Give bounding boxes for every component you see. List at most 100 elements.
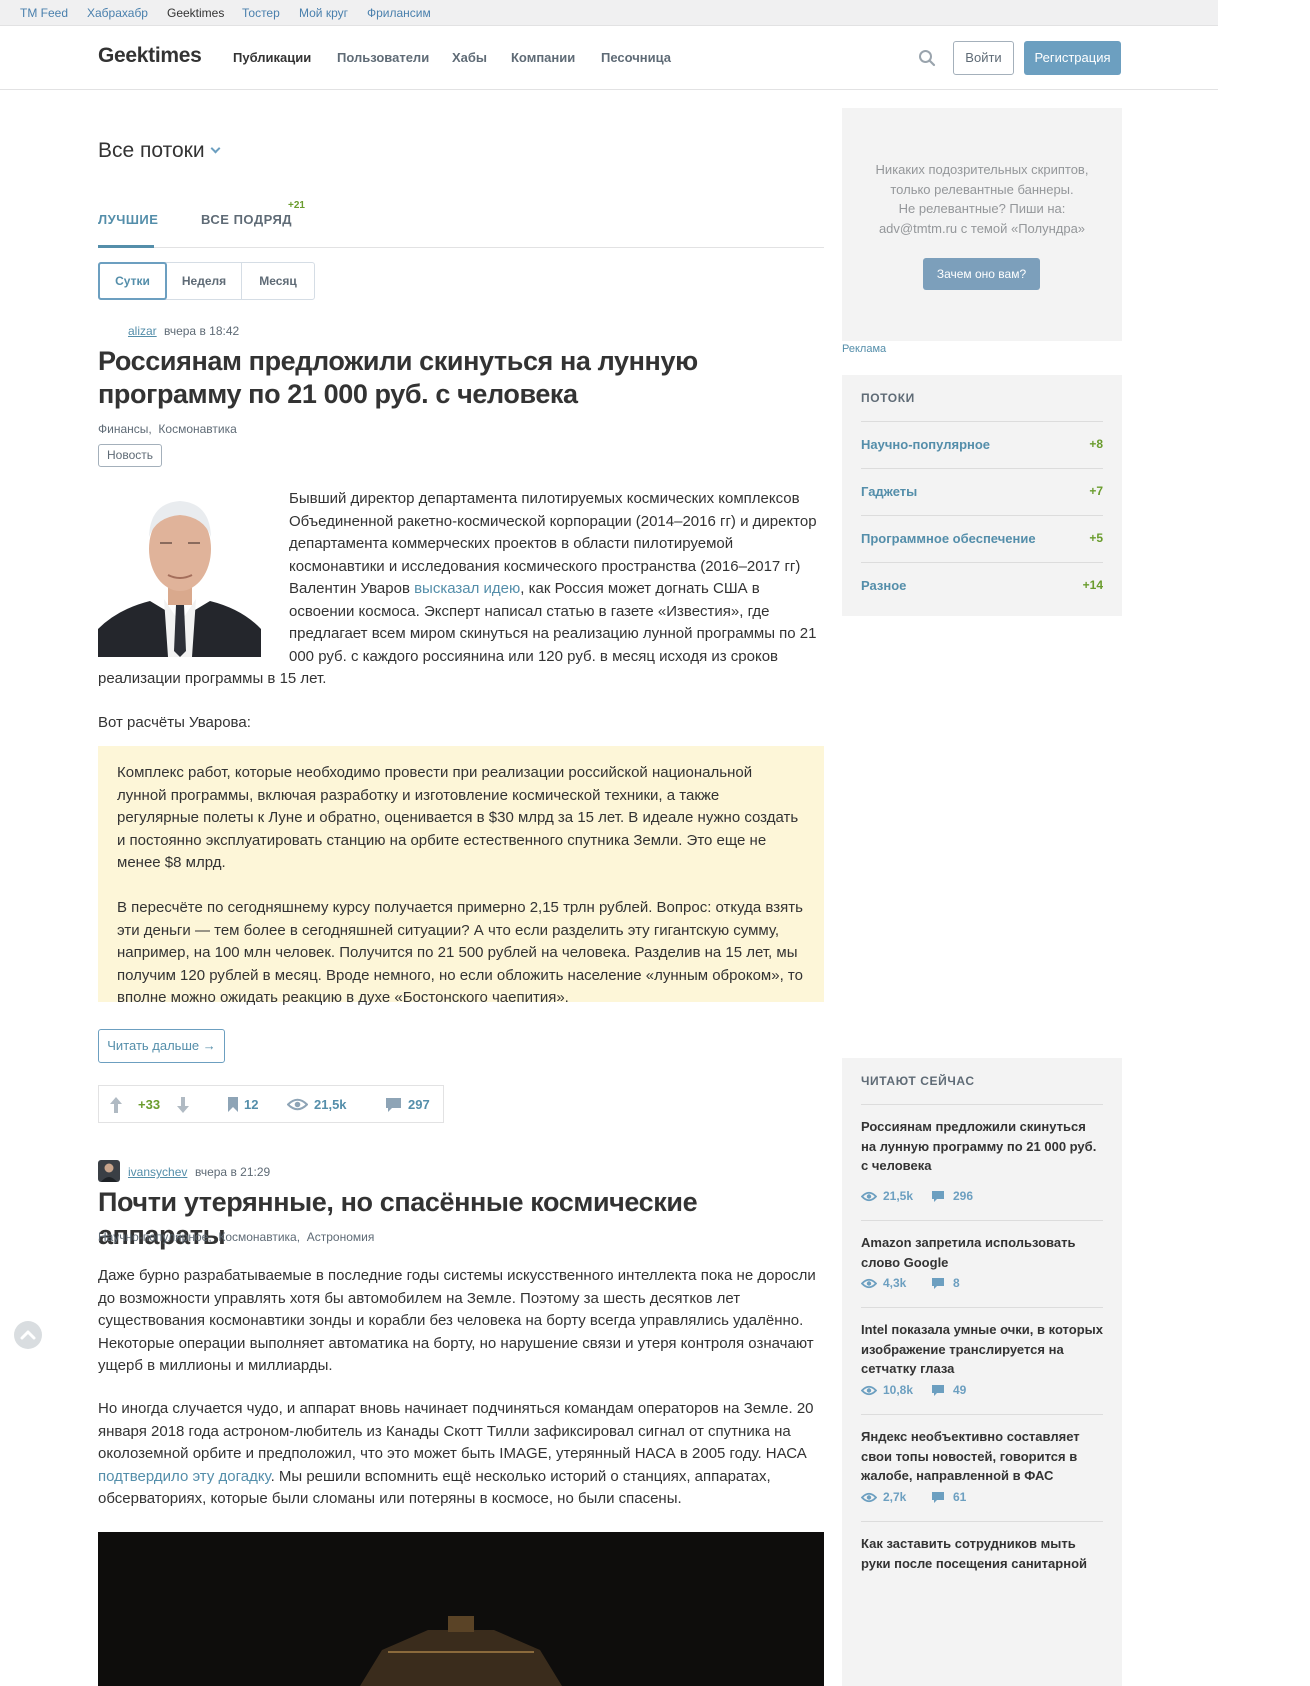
reading-item-views: 10,8k — [883, 1383, 914, 1397]
period-week[interactable]: Неделя — [167, 263, 241, 299]
post-title[interactable]: Россиянам предложили скинуться на лунную… — [98, 345, 824, 411]
comments-icon — [932, 1278, 944, 1289]
nav-users[interactable]: Пользователи — [337, 50, 429, 65]
flow-item[interactable]: Программное обеспечение +5 — [861, 515, 1103, 562]
comments-icon[interactable] — [385, 1097, 402, 1113]
vote-down-icon[interactable] — [176, 1096, 190, 1114]
ad-text-line: только релевантные баннеры. — [890, 181, 1074, 197]
flow-name[interactable]: Гаджеты — [861, 484, 917, 499]
reading-item-title[interactable]: Как заставить сотрудников мыть руки посл… — [861, 1534, 1103, 1573]
reading-item-comments[interactable]: 61 — [953, 1490, 966, 1504]
views-icon — [861, 1492, 877, 1503]
read-more-button[interactable]: Читать дальше → — [98, 1029, 225, 1063]
streams-dropdown[interactable]: Все потоки — [98, 139, 221, 163]
reading-item-views: 4,3k — [883, 1276, 907, 1290]
reading-now-title: ЧИТАЮТ СЕЙЧАС — [861, 1074, 975, 1088]
login-button[interactable]: Войти — [953, 41, 1014, 75]
nav-sandbox[interactable]: Песочница — [601, 50, 671, 65]
flow-name[interactable]: Разное — [861, 578, 906, 593]
flow-item[interactable]: Научно-популярное +8 — [861, 421, 1103, 468]
flow-item[interactable]: Гаджеты +7 — [861, 468, 1103, 515]
hub-separator: , — [148, 422, 159, 436]
reading-item-comments[interactable]: 296 — [953, 1189, 973, 1203]
tab-all[interactable]: ВСЕ ПОДРЯД — [201, 212, 292, 227]
quote-paragraph: Комплекс работ, которые необходимо прове… — [117, 764, 799, 871]
post-text: Но иногда случается чудо, и аппарат внов… — [98, 1400, 814, 1462]
tm-link-geektimes[interactable]: Geektimes — [167, 6, 224, 20]
reading-item: Яндекс необъективно составляет свои топы… — [861, 1414, 1103, 1521]
hub-link[interactable]: Космонавтика — [218, 1230, 296, 1244]
flow-count: +5 — [1089, 531, 1103, 545]
reading-item-comments[interactable]: 8 — [953, 1276, 960, 1290]
comments-icon — [932, 1385, 944, 1396]
avatar[interactable] — [98, 1160, 120, 1182]
post-author[interactable]: alizar — [128, 324, 157, 338]
scroll-to-top-button[interactable] — [14, 1321, 42, 1349]
flow-count: +7 — [1089, 484, 1103, 498]
vote-score: +33 — [138, 1097, 161, 1112]
post-author[interactable]: ivansychev — [128, 1165, 187, 1179]
comments-count[interactable]: 297 — [408, 1097, 430, 1112]
news-badge[interactable]: Новость — [98, 444, 163, 467]
hub-link[interactable]: Научно-популярное — [98, 1230, 208, 1244]
ad-label[interactable]: Реклама — [842, 343, 886, 355]
tm-link-toster[interactable]: Тостер — [242, 6, 280, 20]
tm-link-habr[interactable]: Хабрахабр — [87, 6, 148, 20]
chevron-down-icon — [210, 143, 221, 154]
post-paragraph: Но иногда случается чудо, и аппарат внов… — [98, 1398, 824, 1511]
post-lead-link[interactable]: высказал идею — [414, 580, 520, 597]
post-link[interactable]: подтвердило эту догадку — [98, 1468, 271, 1485]
reading-item: Как заставить сотрудников мыть руки посл… — [861, 1521, 1103, 1686]
ad-why-button[interactable]: Зачем оно вам? — [923, 258, 1040, 290]
hub-link[interactable]: Финансы — [98, 422, 148, 436]
post-paragraph: Даже бурно разрабатываемые в последние г… — [98, 1267, 816, 1374]
reading-item-title[interactable]: Amazon запретила использовать слово Goog… — [861, 1233, 1103, 1272]
flows-title: ПОТОКИ — [861, 391, 915, 405]
site-logo[interactable]: Geektimes — [98, 44, 202, 68]
reading-item-views: 2,7k — [883, 1490, 907, 1504]
reading-item: Amazon запретила использовать слово Goog… — [861, 1220, 1103, 1307]
bookmark-icon[interactable] — [227, 1096, 239, 1113]
post-hubs: Научно-популярное, Космонавтика, Астроно… — [98, 1230, 374, 1244]
tm-link-tmfeed[interactable]: TM Feed — [20, 6, 68, 20]
site-header: Geektimes Публикации Пользователи Хабы К… — [0, 27, 1218, 90]
flow-name[interactable]: Научно-популярное — [861, 437, 990, 452]
views-icon — [861, 1191, 877, 1202]
reading-item-title[interactable]: Россиянам предложили скинуться на лунную… — [861, 1117, 1103, 1176]
new-posts-count: +21 — [288, 200, 305, 211]
ad-text-line: Не релевантные? Пиши на: — [898, 201, 1066, 216]
ad-text: Никаких подозрительных скриптов, только … — [842, 160, 1122, 238]
period-day[interactable]: Сутки — [98, 262, 167, 300]
hub-link[interactable]: Космонавтика — [158, 422, 236, 436]
post-time: вчера в 18:42 — [164, 324, 240, 338]
reading-item-title[interactable]: Intel показала умные очки, в которых изо… — [861, 1320, 1103, 1379]
hub-separator: , — [296, 1230, 307, 1244]
quote-paragraph: В пересчёте по сегодняшнему курсу получа… — [117, 899, 803, 1006]
avatar[interactable] — [98, 319, 120, 341]
flow-name[interactable]: Программное обеспечение — [861, 531, 1036, 546]
views-icon — [861, 1385, 877, 1396]
bookmark-count: 12 — [244, 1097, 259, 1112]
active-tab-indicator — [98, 245, 154, 248]
tab-best[interactable]: ЛУЧШИЕ — [98, 212, 158, 227]
flow-count: +8 — [1089, 437, 1103, 451]
views-icon — [861, 1278, 877, 1289]
nav-publications[interactable]: Публикации — [233, 50, 311, 65]
nav-companies[interactable]: Компании — [511, 50, 575, 65]
period-month[interactable]: Месяц — [242, 263, 314, 299]
tm-link-freelansim[interactable]: Фрилансим — [367, 6, 431, 20]
views-count: 21,5k — [314, 1097, 347, 1112]
reading-item-comments[interactable]: 49 — [953, 1383, 966, 1397]
hub-link[interactable]: Астрономия — [307, 1230, 375, 1244]
flow-item[interactable]: Разное +14 — [861, 562, 1103, 609]
streams-title: Все потоки — [98, 139, 205, 162]
comments-icon — [932, 1492, 944, 1503]
reading-item: Intel показала умные очки, в которых изо… — [861, 1307, 1103, 1414]
author-portrait-image — [98, 491, 261, 657]
reading-item-title[interactable]: Яндекс необъективно составляет свои топы… — [861, 1427, 1103, 1486]
register-button[interactable]: Регистрация — [1024, 41, 1121, 75]
tm-link-moikrug[interactable]: Мой круг — [299, 6, 348, 20]
search-icon[interactable] — [918, 49, 936, 67]
vote-up-icon[interactable] — [109, 1096, 123, 1114]
nav-hubs[interactable]: Хабы — [452, 50, 487, 65]
